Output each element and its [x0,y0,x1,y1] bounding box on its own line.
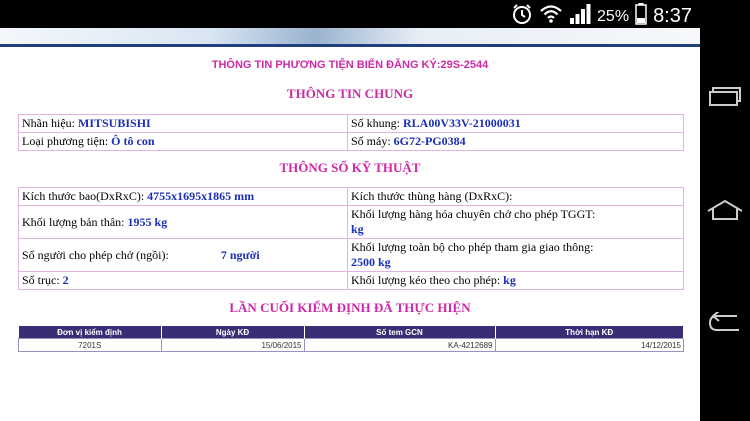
general-info-table: Nhãn hiệu: MITSUBISHI Số khung: RLA00V33… [18,114,684,151]
home-icon [707,199,743,220]
header-banner-image [0,28,700,47]
seats-label: Số người cho phép chở (ngồi): [22,247,169,262]
col-header-date: Ngày KĐ [161,326,305,339]
alarm-icon [511,3,533,30]
battery-percent: 25% [597,7,630,25]
axles-value: 2 [62,273,69,287]
seats-value: 7 người [220,247,260,262]
total-weight-value: 2500 kg [351,255,391,269]
back-icon [708,312,739,331]
brand-cell: Nhãn hiệu: MITSUBISHI [18,114,348,133]
seats-cell: Số người cho phép chở (ngồi): 7 người [18,238,348,272]
inspection-title: LẦN CUỐI KIỂM ĐỊNH ĐÃ THỰC HIỆN [229,300,471,315]
recent-apps-icon [709,87,741,106]
axles-label: Số trục: [22,273,60,287]
cargo-weight-cell: Khối lượng hàng hóa chuyên chở cho phép … [347,205,684,239]
cargo-dim-label: Kích thước thùng hàng (DxRxC): [351,189,513,203]
engine-label: Số máy: [351,134,391,148]
dim-value: 4755x1695x1865 mm [147,189,255,203]
specs-title: THÔNG SỐ KỸ THUẬT [279,160,421,175]
dim-label: Kích thước bao(DxRxC): [22,189,145,203]
engine-cell: Số máy: 6G72-PG0384 [347,132,684,151]
page-title: THÔNG TIN PHƯƠNG TIỆN BIỂN ĐĂNG KÝ:29S-2… [211,59,489,71]
self-weight-value: 1955 kg [127,214,168,229]
status-bar: 25% 8:37 [0,0,700,28]
back-button[interactable] [706,308,744,338]
clock: 8:37 [653,5,692,27]
battery-icon [635,3,647,30]
inspection-header-row: Đơn vị kiểm định Ngày KĐ Số tem GCN Thời… [18,326,684,339]
cell-expiry: 14/12/2015 [494,338,684,352]
inspection-table: Đơn vị kiểm định Ngày KĐ Số tem GCN Thời… [18,326,684,352]
type-cell: Loại phương tiện: Ô tô con [18,132,348,151]
general-info-title: THÔNG TIN CHUNG [286,86,414,101]
col-header-unit: Đơn vị kiểm định [18,326,162,339]
tow-value: kg [503,273,516,287]
cargo-weight-label: Khối lượng hàng hóa chuyên chở cho phép … [351,207,596,221]
brand-label: Nhãn hiệu: [22,116,75,130]
frame-cell: Số khung: RLA00V33V-21000031 [347,114,684,133]
dim-cell: Kích thước bao(DxRxC): 4755x1695x1865 mm [18,187,348,206]
type-label: Loại phương tiện: [22,134,109,148]
engine-value: 6G72-PG0384 [393,134,466,148]
frame-label: Số khung: [351,116,401,130]
tow-cell: Khối lượng kéo theo cho phép: kg [347,271,684,290]
type-value: Ô tô con [111,134,155,148]
table-row: 7201S 15/06/2015 KA-4212689 14/12/2015 [18,338,684,352]
signal-icon [569,3,591,30]
self-weight-label: Khối lượng bản thân: [22,214,125,229]
col-header-stamp: Số tem GCN [304,326,496,339]
col-header-expiry: Thời hạn KĐ [495,326,684,339]
tow-label: Khối lượng kéo theo cho phép: [351,273,501,287]
specs-table: Kích thước bao(DxRxC): 4755x1695x1865 mm… [18,187,684,290]
cell-date: 15/06/2015 [160,338,305,352]
cell-unit: 7201S [18,338,162,352]
axles-cell: Số trục: 2 [18,271,348,290]
total-weight-cell: Khối lượng toàn bộ cho phép tham gia gia… [347,238,684,272]
recent-apps-button[interactable] [706,82,744,112]
cargo-weight-value: kg [351,222,364,236]
wifi-icon [539,4,563,29]
self-weight-cell: Khối lượng bản thân: 1955 kg [18,205,348,239]
navigation-bar [700,0,750,421]
brand-value: MITSUBISHI [78,116,151,130]
cell-stamp: KA-4212689 [303,338,496,352]
frame-value: RLA00V33V-21000031 [403,116,521,130]
web-content[interactable]: THÔNG TIN PHƯƠNG TIỆN BIỂN ĐĂNG KÝ:29S-2… [0,28,700,421]
home-button[interactable] [706,195,744,225]
cargo-dim-cell: Kích thước thùng hàng (DxRxC): [347,187,684,206]
total-weight-label: Khối lượng toàn bộ cho phép tham gia gia… [351,240,594,254]
